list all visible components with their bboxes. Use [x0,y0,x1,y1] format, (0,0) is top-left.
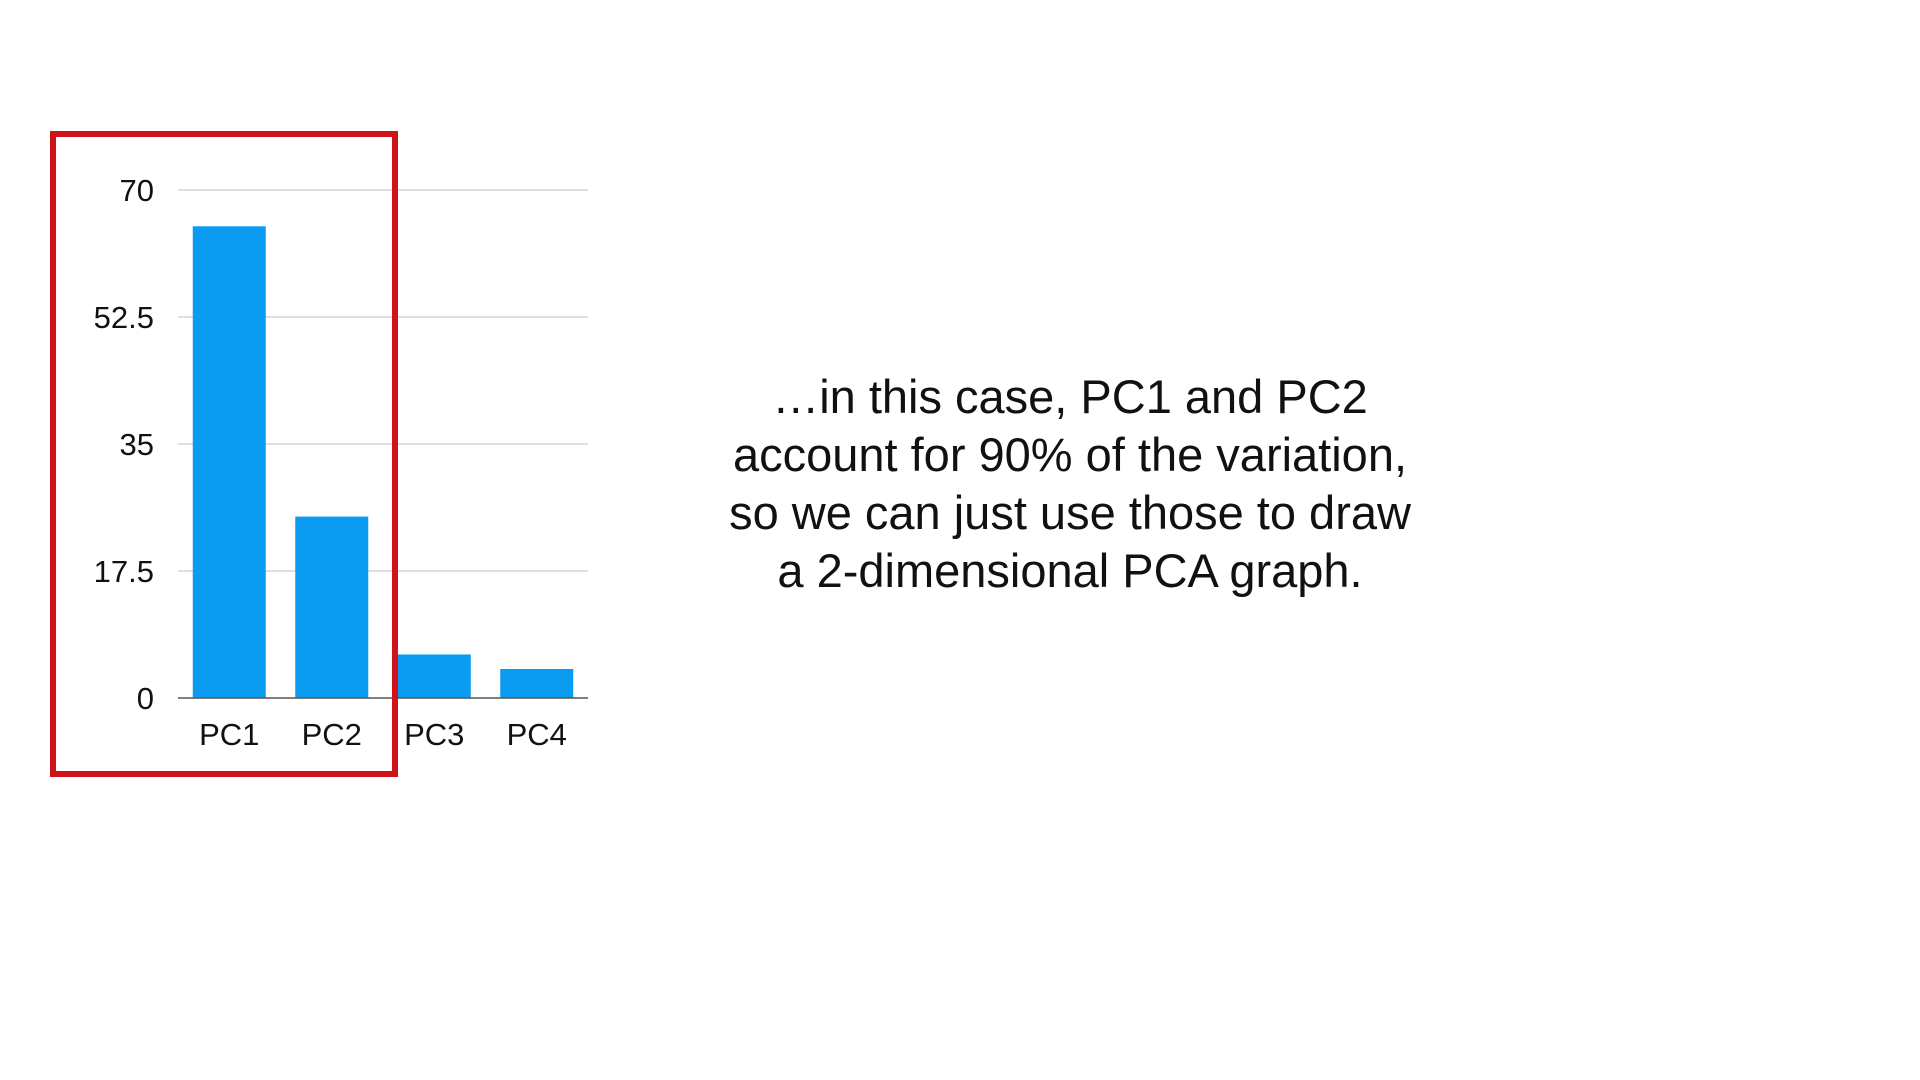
x-tick-label: PC3 [404,717,464,752]
x-tick-label: PC4 [507,717,567,752]
y-tick-label: 35 [120,427,154,462]
bar-pc2 [295,516,369,698]
y-tick-labels: 0 17.5 35 52.5 70 [94,173,154,716]
caption-text: …in this case, PC1 and PC2 account for 9… [680,368,1460,600]
slide: 0 17.5 35 52.5 70 PC1 PC2 PC3 PC4 …in this case… [0,0,1920,1080]
caption-line: account for 90% of the variation, [732,428,1408,481]
bars [192,226,574,699]
bar-pc1 [192,226,266,699]
caption-line: so we can just use those to draw [729,486,1411,539]
y-tick-label: 52.5 [94,300,154,335]
caption-line: …in this case, PC1 and PC2 [772,370,1368,423]
y-tick-label: 70 [120,173,154,208]
x-tick-labels: PC1 PC2 PC3 PC4 [199,717,567,752]
y-tick-label: 17.5 [94,554,154,589]
x-tick-label: PC1 [199,717,259,752]
x-tick-label: PC2 [302,717,362,752]
bar-pc4 [500,668,574,698]
y-tick-label: 0 [137,681,154,716]
caption-line: a 2-dimensional PCA graph. [777,544,1363,597]
bar-pc3 [397,654,471,698]
